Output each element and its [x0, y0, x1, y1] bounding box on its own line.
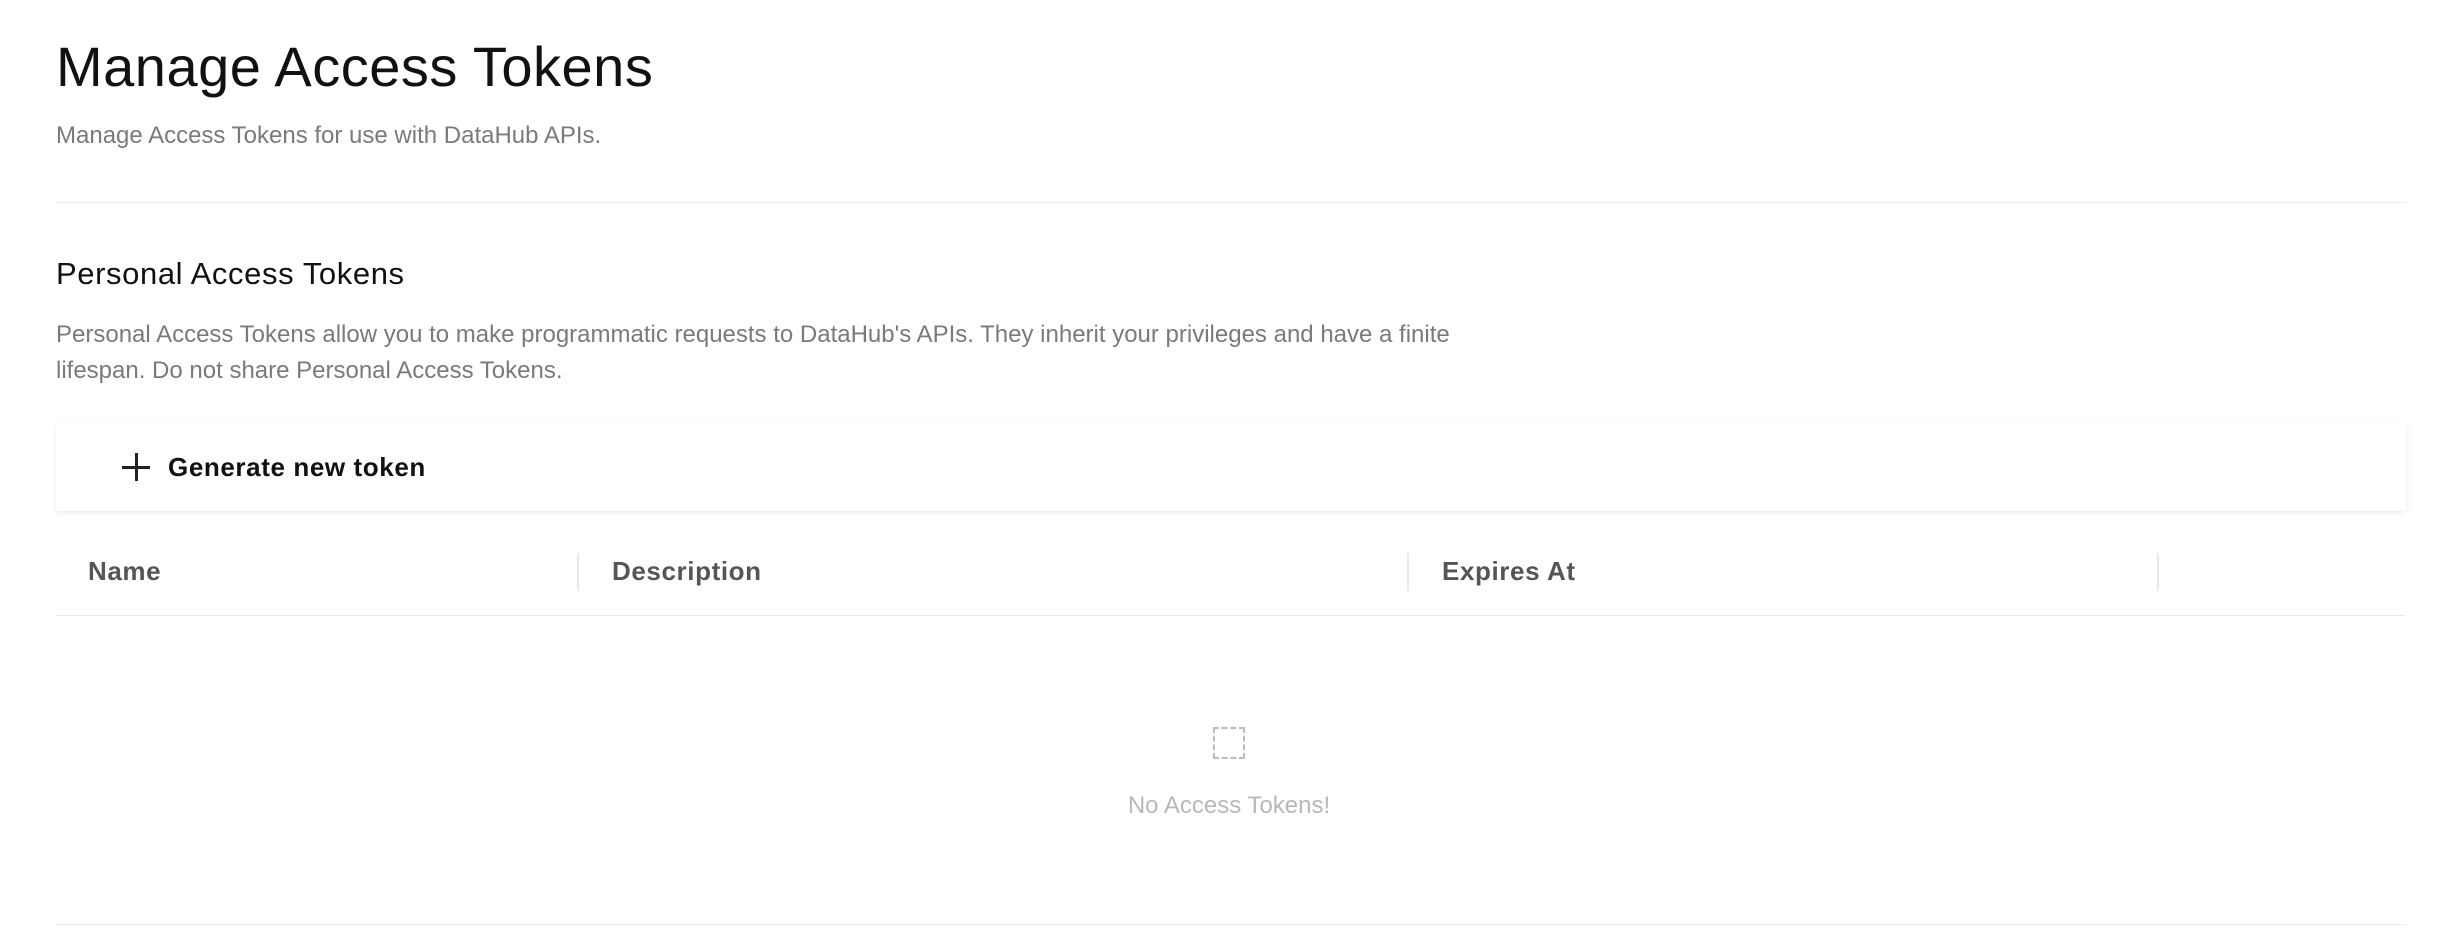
column-divider: [2157, 553, 2159, 591]
empty-state-text: No Access Tokens!: [1127, 792, 1331, 819]
tokens-table-header: Name Description Expires At: [56, 527, 2406, 616]
generate-token-label: Generate new token: [168, 451, 426, 482]
column-header-name[interactable]: Name: [88, 527, 161, 615]
page-title: Manage Access Tokens: [56, 35, 654, 98]
access-tokens-page: Manage Access Tokens Manage Access Token…: [0, 0, 2458, 946]
section-title: Personal Access Tokens: [56, 256, 405, 291]
column-divider: [1407, 553, 1409, 591]
column-header-description[interactable]: Description: [612, 527, 762, 615]
section-description: Personal Access Tokens allow you to make…: [56, 321, 1450, 384]
empty-box-icon: [1213, 727, 1245, 759]
tokens-table-empty-state: No Access Tokens!: [56, 616, 2406, 925]
page-subtitle: Manage Access Tokens for use with DataHu…: [56, 122, 602, 149]
plus-icon: [122, 453, 150, 481]
tokens-toolbar: Generate new token: [56, 423, 2406, 511]
column-header-expires-at[interactable]: Expires At: [1442, 527, 1576, 615]
generate-token-button[interactable]: Generate new token: [122, 452, 426, 483]
column-divider: [577, 553, 579, 591]
header-divider: [56, 202, 2406, 203]
